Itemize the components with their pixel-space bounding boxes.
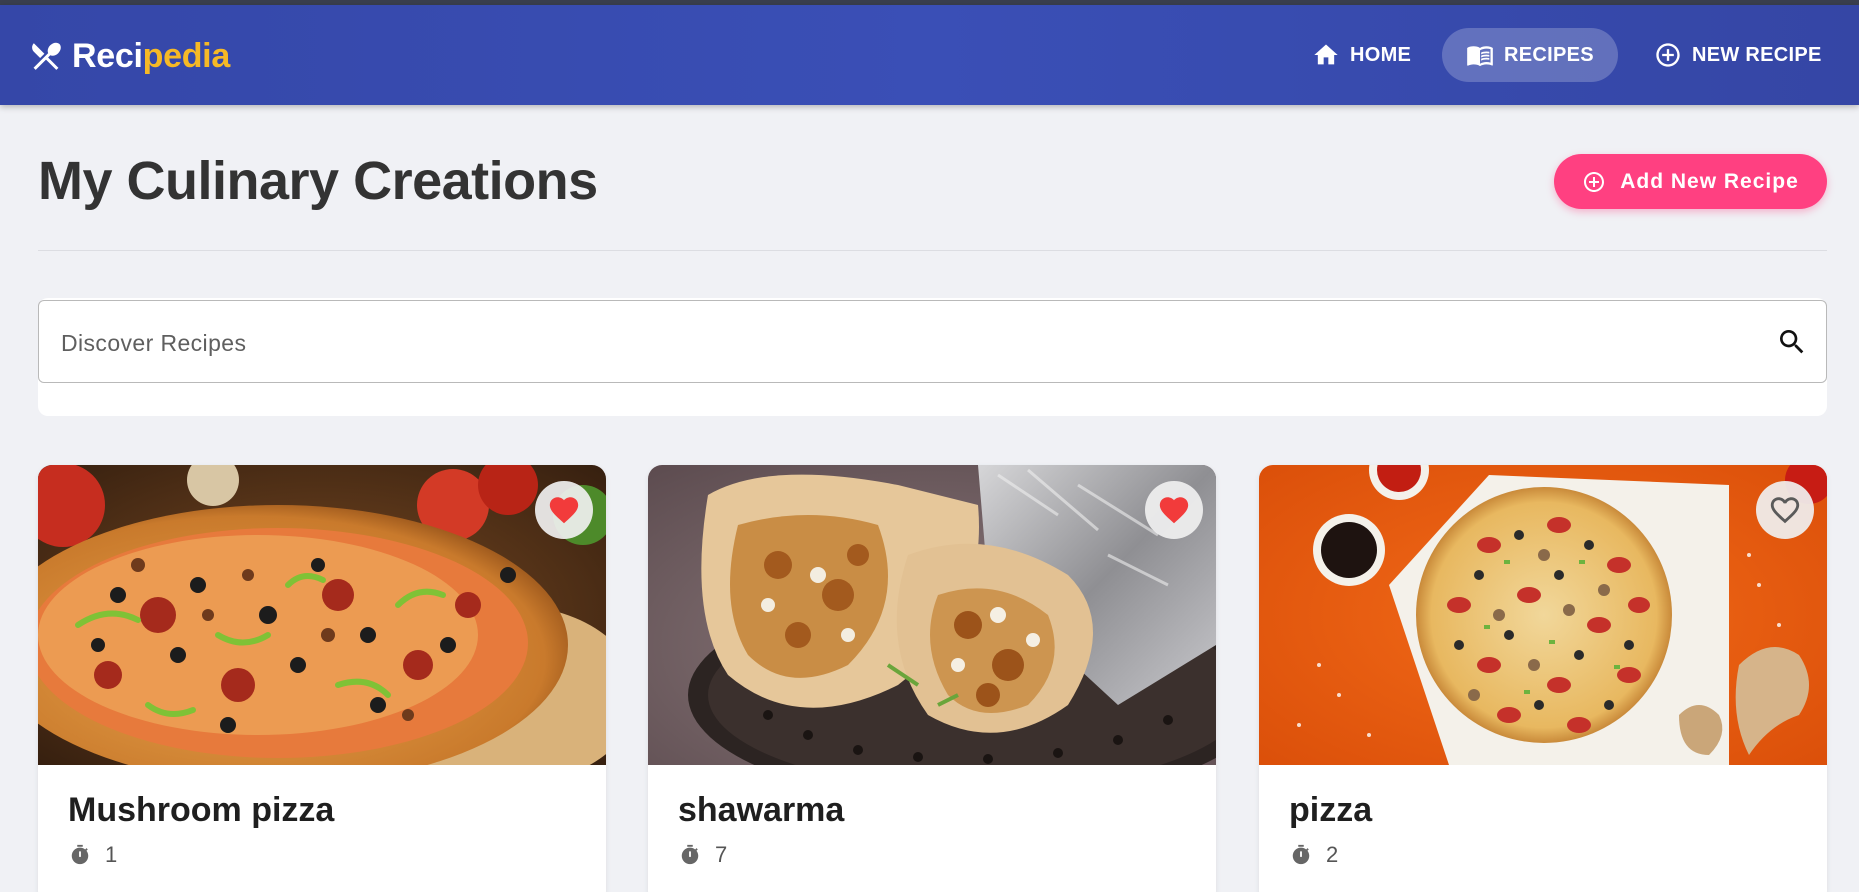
add-circle-icon xyxy=(1584,171,1605,192)
recipe-card[interactable]: Mushroom pizza 1 xyxy=(38,465,606,892)
favorite-button[interactable] xyxy=(1145,481,1203,539)
recipe-image-pizza-orange[interactable] xyxy=(1259,465,1827,765)
heart-outline-icon xyxy=(1770,497,1800,524)
search-panel xyxy=(38,298,1827,416)
recipe-time: 1 xyxy=(69,842,117,868)
page-title: My Culinary Creations xyxy=(38,151,598,211)
recipe-card[interactable]: shawarma 7 xyxy=(648,465,1216,892)
timer-icon xyxy=(71,844,89,865)
home-icon xyxy=(1314,44,1338,65)
nav-item-recipes[interactable]: RECIPES xyxy=(1442,28,1618,82)
divider xyxy=(38,250,1827,251)
recipe-time: 7 xyxy=(679,842,727,868)
brand-name-part2: pedia xyxy=(142,36,231,75)
search-icon[interactable] xyxy=(1776,326,1808,358)
nav-item-label: NEW RECIPE xyxy=(1692,43,1822,66)
recipe-title: Mushroom pizza xyxy=(68,791,335,829)
menu-book-icon xyxy=(1467,46,1493,67)
heart-filled-icon xyxy=(1159,497,1189,524)
favorite-button[interactable] xyxy=(535,481,593,539)
favorite-button[interactable] xyxy=(1756,481,1814,539)
heart-filled-icon xyxy=(549,497,579,524)
timer-icon xyxy=(681,844,699,865)
pizza-on-orange-background-image xyxy=(1259,465,1827,765)
add-new-recipe-button[interactable]: Add New Recipe xyxy=(1554,154,1827,209)
recipe-time-value: 7 xyxy=(715,842,728,867)
shawarma-wrap-image xyxy=(648,465,1216,765)
add-new-recipe-label: Add New Recipe xyxy=(1620,169,1799,193)
brand-name-part1: Reci xyxy=(72,36,143,75)
nav-item-label: RECIPES xyxy=(1504,43,1594,66)
nav-item-label: HOME xyxy=(1350,43,1412,66)
add-circle-icon xyxy=(1656,43,1680,67)
nav-item-new-recipe[interactable]: NEW RECIPE xyxy=(1630,28,1846,82)
recipe-time-value: 2 xyxy=(1326,842,1339,867)
recipe-title: pizza xyxy=(1289,791,1373,829)
nav-item-home[interactable]: HOME xyxy=(1292,28,1431,82)
brand-logo[interactable]: Recipedia xyxy=(28,35,230,77)
timer-icon xyxy=(1292,844,1310,865)
recipe-image-shawarma[interactable] xyxy=(648,465,1216,765)
recipe-image-pizza[interactable] xyxy=(38,465,606,765)
recipe-title: shawarma xyxy=(678,791,845,829)
recipe-time: 2 xyxy=(1290,842,1338,868)
utensils-icon xyxy=(32,42,61,70)
search-box xyxy=(38,300,1827,383)
recipe-card[interactable]: pizza 2 xyxy=(1259,465,1827,892)
pizza-with-toppings-image xyxy=(38,465,606,765)
recipe-time-value: 1 xyxy=(105,842,118,867)
search-input[interactable] xyxy=(61,323,1711,363)
navbar: Recipedia HOME RECIPES NEW RECIPE xyxy=(0,5,1859,105)
